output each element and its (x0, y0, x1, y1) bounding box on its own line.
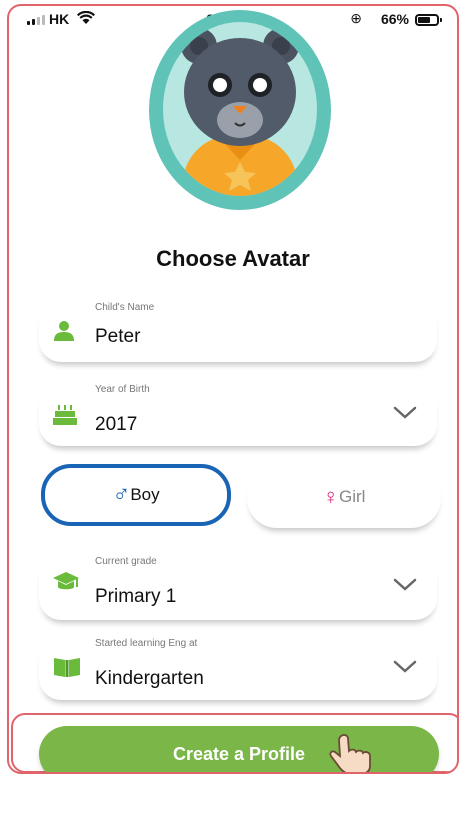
avatar-background (163, 22, 317, 196)
year-of-birth-field[interactable]: Year of Birth 2017 (39, 382, 437, 446)
female-icon: ♀ (322, 484, 340, 509)
child-name-field[interactable]: Child's Name Peter (39, 300, 437, 362)
boy-button[interactable]: ♂ Boy (41, 464, 231, 526)
started-learning-field[interactable]: Started learning Eng at Kindergarten (39, 636, 437, 700)
started-learning-value: Kindergarten (95, 668, 204, 689)
current-grade-label: Current grade (95, 556, 157, 567)
child-name-label: Child's Name (95, 302, 155, 313)
create-profile-label: Create a Profile (172, 743, 306, 764)
hand-pointer-icon (327, 734, 385, 772)
rotation-lock-icon: ⊕ (350, 10, 362, 26)
phone-screen: HK 3:34 PM ⊕ 66% (7, 4, 459, 774)
girl-label: Girl (339, 487, 366, 506)
current-grade-field[interactable]: Current grade Primary 1 (39, 554, 437, 620)
child-name-value: Peter (95, 326, 141, 347)
boy-label: Boy (130, 485, 160, 504)
male-icon: ♂ (112, 481, 131, 508)
bear-avatar[interactable] (149, 10, 331, 210)
chevron-down-icon[interactable] (393, 406, 417, 425)
book-icon (53, 656, 81, 683)
cake-icon (53, 404, 77, 431)
year-of-birth-value: 2017 (95, 414, 138, 435)
graduation-cap-icon (53, 572, 79, 599)
page-title: Choose Avatar (156, 246, 310, 271)
chevron-down-icon[interactable] (393, 578, 417, 597)
person-icon (53, 320, 75, 347)
bear-illustration (181, 28, 299, 196)
battery-icon (415, 14, 442, 26)
year-of-birth-label: Year of Birth (95, 384, 150, 395)
current-grade-value: Primary 1 (95, 586, 177, 607)
girl-button[interactable]: ♀ Girl (247, 466, 441, 528)
battery-percent: 66% (380, 11, 409, 27)
started-learning-label: Started learning Eng at (95, 638, 198, 649)
chevron-down-icon[interactable] (393, 660, 417, 679)
